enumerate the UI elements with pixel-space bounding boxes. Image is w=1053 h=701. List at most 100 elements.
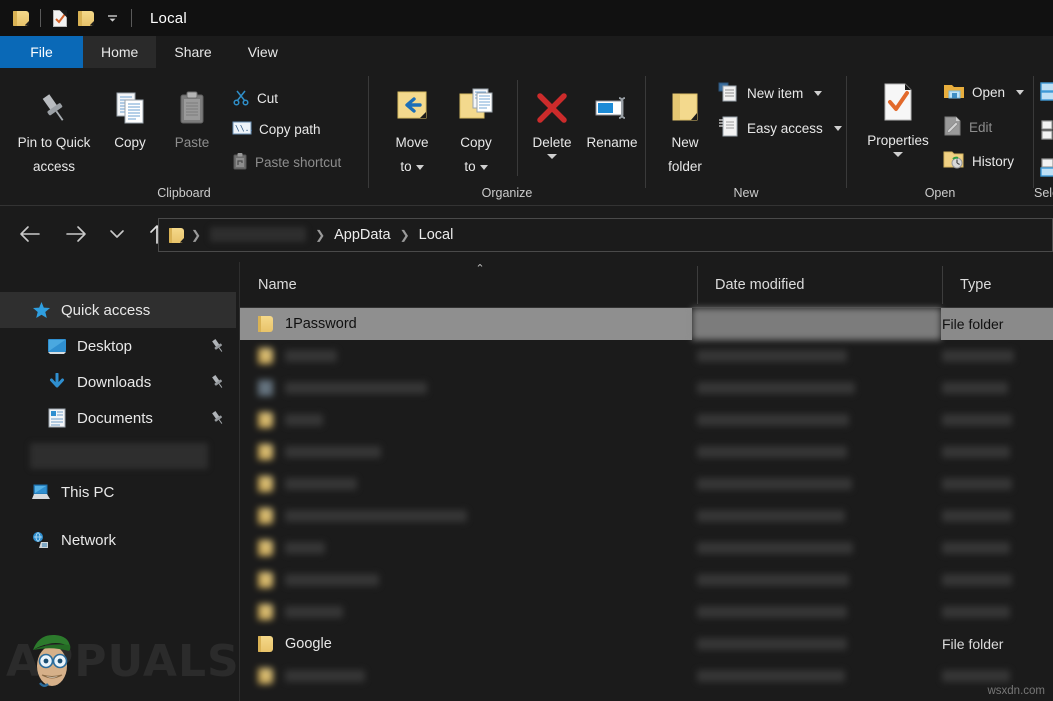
table-row[interactable]: [240, 404, 1053, 436]
sidebar-label-network: Network: [61, 532, 116, 549]
breadcrumb-user-redacted[interactable]: [204, 227, 312, 243]
sidebar-item-downloads[interactable]: Downloads: [0, 364, 236, 400]
breadcrumb-local[interactable]: Local: [413, 227, 460, 243]
edit-icon: [943, 116, 962, 139]
new-item-chevron-icon[interactable]: [814, 91, 822, 96]
table-row[interactable]: [240, 596, 1053, 628]
paste-shortcut-button[interactable]: Paste shortcut: [232, 152, 341, 173]
recent-locations-button[interactable]: [100, 217, 134, 251]
copy-button[interactable]: Copy: [104, 82, 156, 152]
delete-button[interactable]: Delete: [523, 82, 581, 159]
tab-home[interactable]: Home: [83, 36, 156, 68]
qat-customize-chevron-icon[interactable]: [99, 5, 125, 31]
easy-access-chevron-icon[interactable]: [834, 126, 842, 131]
row-name-redacted: [285, 446, 381, 458]
title-separator: [131, 9, 132, 27]
back-button[interactable]: [12, 217, 46, 251]
qat-properties-icon[interactable]: [47, 5, 73, 31]
easy-access-button[interactable]: Easy access: [718, 116, 842, 140]
column-header-date-modified[interactable]: Date modified: [697, 262, 942, 308]
ribbon-group-organize: Move to Copy to: [369, 68, 645, 206]
ribbon-group-label-new: New: [646, 186, 846, 200]
documents-icon: [46, 407, 68, 429]
select-none-button[interactable]: [1040, 120, 1053, 143]
row-name-redacted: [285, 350, 337, 362]
row-type: [942, 468, 1012, 500]
row-date: [697, 468, 852, 500]
column-header-name[interactable]: Name: [240, 262, 697, 308]
row-name-redacted: [285, 542, 325, 554]
copy-to-button[interactable]: Copy to: [445, 82, 507, 176]
paste-button[interactable]: Paste: [166, 82, 218, 152]
column-header-type[interactable]: Type: [942, 262, 1053, 308]
paste-label: Paste: [175, 133, 210, 152]
tab-share[interactable]: Share: [156, 36, 229, 68]
edit-button[interactable]: Edit: [943, 116, 992, 139]
forward-button[interactable]: [60, 217, 94, 251]
sidebar-item-quick-access[interactable]: Quick access: [0, 292, 236, 328]
breadcrumb-appdata[interactable]: AppData: [328, 227, 396, 243]
table-row[interactable]: [240, 660, 1053, 692]
move-to-label-line1: Move: [395, 133, 428, 152]
table-row[interactable]: [240, 468, 1053, 500]
copy-path-button[interactable]: \\.. Copy path: [232, 120, 321, 139]
table-row[interactable]: [240, 436, 1053, 468]
properties-chevron-icon[interactable]: [893, 152, 903, 157]
table-row[interactable]: [240, 340, 1053, 372]
pin-icon-desktop[interactable]: [209, 337, 226, 358]
rename-button[interactable]: Rename: [581, 82, 643, 152]
invert-selection-button[interactable]: [1040, 158, 1053, 181]
table-row[interactable]: Google File folder: [240, 628, 1053, 660]
qat-folder-icon[interactable]: [8, 5, 34, 31]
cut-button[interactable]: Cut: [232, 88, 278, 109]
folder-icon: [258, 316, 273, 332]
history-button[interactable]: History: [943, 150, 1014, 172]
open-button[interactable]: Open: [943, 82, 1024, 103]
ribbon-tab-strip: File Home Share View: [0, 36, 1053, 68]
table-row[interactable]: [240, 564, 1053, 596]
sidebar-item-network[interactable]: Network: [0, 522, 236, 558]
row-name: [258, 500, 467, 532]
sidebar-item-redacted[interactable]: [0, 438, 236, 474]
table-row[interactable]: 1Password File folder: [240, 308, 1053, 340]
delete-label: Delete: [532, 133, 571, 152]
ribbon-group-label-select: Select: [1034, 186, 1053, 200]
row-name: [258, 564, 379, 596]
select-all-button[interactable]: [1040, 82, 1053, 105]
open-chevron-icon[interactable]: [1016, 90, 1024, 95]
svg-text:\\..: \\..: [235, 124, 252, 133]
pin-to-quick-access-button[interactable]: Pin to Quick access: [10, 82, 98, 176]
cut-label: Cut: [257, 91, 278, 106]
tab-file[interactable]: File: [0, 36, 83, 68]
move-to-chevron-icon[interactable]: [416, 165, 424, 170]
qat-new-folder-icon[interactable]: [73, 5, 99, 31]
new-folder-button[interactable]: New folder: [654, 82, 716, 176]
pin-icon-downloads[interactable]: [209, 373, 226, 394]
table-row[interactable]: [240, 372, 1053, 404]
row-name: [258, 372, 427, 404]
ribbon: Pin to Quick access: [0, 68, 1053, 206]
copy-label: Copy: [114, 133, 146, 152]
delete-chevron-icon[interactable]: [547, 154, 557, 159]
table-row[interactable]: [240, 532, 1053, 564]
properties-button[interactable]: Properties: [855, 80, 941, 157]
move-to-button[interactable]: Move to: [381, 82, 443, 176]
copy-to-chevron-icon[interactable]: [480, 165, 488, 170]
sidebar-item-desktop[interactable]: Desktop: [0, 328, 236, 364]
copy-path-label: Copy path: [259, 122, 321, 137]
new-item-button[interactable]: New item: [718, 82, 822, 105]
row-type: [942, 372, 1008, 404]
table-row[interactable]: [240, 500, 1053, 532]
sidebar-item-this-pc[interactable]: This PC: [0, 474, 236, 510]
row-type: [942, 436, 1010, 468]
row-name: [258, 340, 337, 372]
pin-label-line1: Pin to Quick: [18, 133, 91, 152]
pin-icon-documents[interactable]: [209, 409, 226, 430]
tab-view[interactable]: View: [230, 36, 296, 68]
address-bar[interactable]: ❯ ❯ AppData ❯ Local: [158, 218, 1053, 252]
row-selection-date-bg: [692, 308, 941, 340]
row-date: [697, 340, 847, 372]
row-date: [697, 372, 855, 404]
window-title: Local: [150, 10, 187, 27]
sidebar-item-documents[interactable]: Documents: [0, 400, 236, 436]
